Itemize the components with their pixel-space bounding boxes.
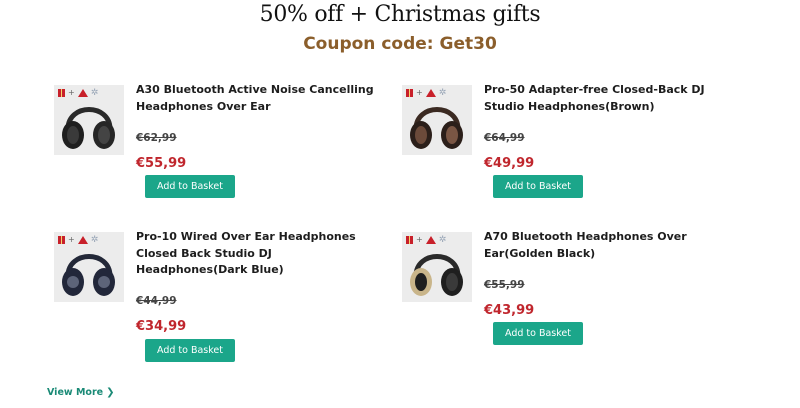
add-to-basket-button[interactable]: Add to Basket: [145, 339, 235, 362]
view-more-link[interactable]: View More ❯: [47, 387, 114, 398]
add-to-basket-button[interactable]: Add to Basket: [145, 175, 235, 198]
product-image-pro10[interactable]: + ✲: [54, 232, 124, 302]
product-card-a30: + ✲ A30 Bluetooth Active Noise Cancellin…: [54, 82, 384, 215]
add-to-basket-button[interactable]: Add to Basket: [493, 322, 583, 345]
product-image-pro50[interactable]: + ✲: [402, 85, 472, 155]
sale-price: €43,99: [484, 303, 535, 318]
promo-headline: 50% off + Christmas gifts: [259, 2, 541, 27]
add-to-basket-button[interactable]: Add to Basket: [493, 175, 583, 198]
sale-price: €55,99: [136, 156, 187, 171]
product-title[interactable]: Pro-10 Wired Over Ear Headphones Closed …: [136, 229, 376, 279]
product-image-a30[interactable]: + ✲: [54, 85, 124, 155]
product-title[interactable]: A70 Bluetooth Headphones Over Ear(Golden…: [484, 229, 724, 262]
original-price: €44,99: [136, 295, 177, 307]
sale-price: €49,99: [484, 156, 535, 171]
product-card-pro50: + ✲ Pro-50 Adapter-free Closed-Back DJ S…: [402, 82, 732, 215]
headphones-icon: [62, 254, 115, 296]
original-price: €64,99: [484, 132, 525, 144]
coupon-code: Coupon code: Get30: [303, 34, 497, 54]
headphones-icon: [62, 107, 115, 149]
sale-price: €34,99: [136, 319, 187, 334]
chevron-right-icon: ❯: [106, 387, 115, 398]
product-card-a70: + ✲ A70 Bluetooth Headphones Over Ear(Go…: [402, 229, 732, 362]
product-title[interactable]: Pro-50 Adapter-free Closed-Back DJ Studi…: [484, 82, 724, 115]
headphones-icon: [410, 107, 463, 149]
original-price: €55,99: [484, 279, 525, 291]
product-image-a70[interactable]: + ✲: [402, 232, 472, 302]
product-card-pro10: + ✲ Pro-10 Wired Over Ear Headphones Clo…: [54, 229, 384, 362]
headphones-icon: [410, 254, 463, 296]
product-title[interactable]: A30 Bluetooth Active Noise Cancelling He…: [136, 82, 376, 115]
view-more-label: View More: [47, 387, 104, 398]
original-price: €62,99: [136, 132, 177, 144]
